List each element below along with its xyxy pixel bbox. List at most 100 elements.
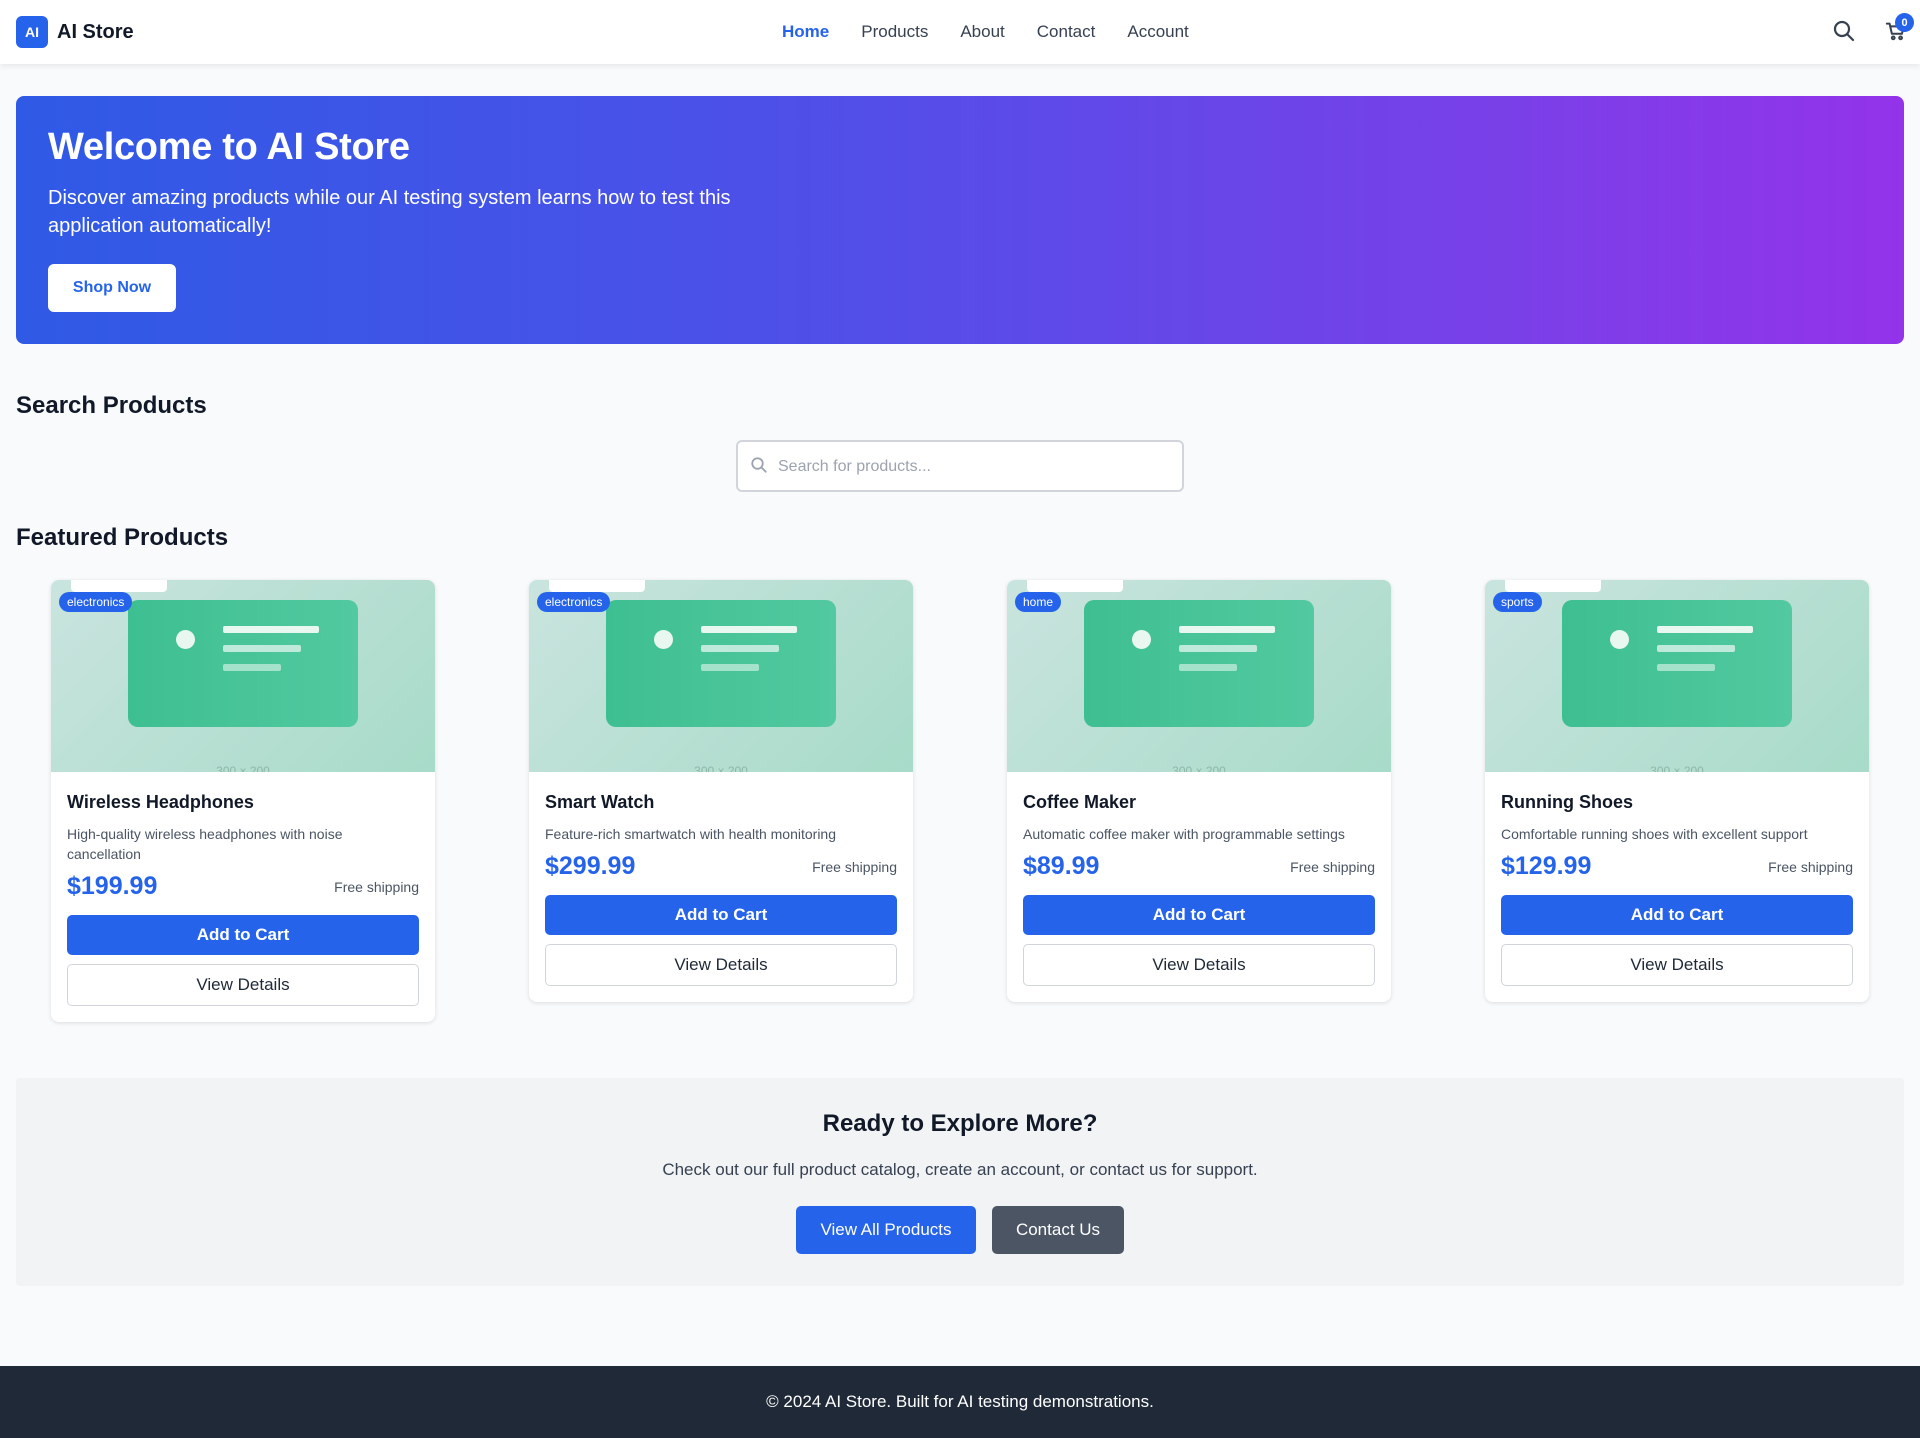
hero-title: Welcome to AI Store xyxy=(48,126,410,168)
placeholder-line xyxy=(1657,664,1715,671)
placeholder-line xyxy=(223,645,301,652)
add-to-cart-button[interactable]: Add to Cart xyxy=(1023,895,1375,935)
placeholder-dimensions: 300 × 200 xyxy=(694,764,748,772)
price-row: $129.99 Free shipping xyxy=(1501,852,1853,881)
cta-section: Ready to Explore More? Check out our ful… xyxy=(16,1078,1904,1286)
nav-account[interactable]: Account xyxy=(1127,20,1188,44)
product-body: Running Shoes Comfortable running shoes … xyxy=(1485,772,1869,1002)
product-card: 300 × 200 electronics Wireless Headphone… xyxy=(51,580,435,1022)
view-details-button[interactable]: View Details xyxy=(545,944,897,986)
view-details-button[interactable]: View Details xyxy=(1501,944,1853,986)
search-heading: Search Products xyxy=(16,392,207,419)
product-description: Automatic coffee maker with programmable… xyxy=(1023,826,1345,842)
product-description: Feature-rich smartwatch with health moni… xyxy=(545,826,837,842)
image-placeholder xyxy=(606,600,836,727)
product-image[interactable]: 300 × 200 sports xyxy=(1485,580,1869,772)
shipping-info: Free shipping xyxy=(1290,858,1375,875)
logo[interactable]: AI AI Store xyxy=(16,16,134,48)
view-all-products-button[interactable]: View All Products xyxy=(796,1206,976,1254)
price-row: $199.99 Free shipping xyxy=(67,872,419,901)
search-input[interactable] xyxy=(778,454,1168,480)
contact-us-button[interactable]: Contact Us xyxy=(992,1206,1124,1254)
placeholder-line xyxy=(1179,645,1257,652)
cta-buttons: View All Products Contact Us xyxy=(16,1206,1904,1254)
placeholder-line xyxy=(701,645,779,652)
search-icon xyxy=(751,457,767,473)
hero-banner: Welcome to AI Store Discover amazing pro… xyxy=(16,96,1904,344)
placeholder-line xyxy=(1179,664,1237,671)
featured-heading: Featured Products xyxy=(16,524,229,551)
placeholder-line xyxy=(1179,626,1275,633)
image-placeholder xyxy=(128,600,358,727)
nav-contact[interactable]: Contact xyxy=(1037,20,1096,44)
search-field[interactable] xyxy=(736,440,1184,492)
product-image[interactable]: 300 × 200 electronics xyxy=(51,580,435,772)
product-body: Wireless Headphones High-quality wireles… xyxy=(51,772,435,1022)
product-price: $89.99 xyxy=(1023,852,1100,880)
hero-subtitle: Discover amazing products while our AI t… xyxy=(48,187,731,237)
add-to-cart-button[interactable]: Add to Cart xyxy=(67,915,419,955)
nav-about[interactable]: About xyxy=(960,20,1004,44)
placeholder-dot xyxy=(654,630,673,649)
add-to-cart-button[interactable]: Add to Cart xyxy=(1501,895,1853,935)
placeholder-line xyxy=(701,626,797,633)
search-icon xyxy=(1833,20,1855,42)
shipping-info: Free shipping xyxy=(812,858,897,875)
product-price: $199.99 xyxy=(67,872,158,900)
product-name[interactable]: Wireless Headphones xyxy=(67,790,419,814)
site-header: AI AI Store Home Products About Contact … xyxy=(0,0,1920,64)
placeholder-line xyxy=(1657,626,1753,633)
placeholder-line xyxy=(1657,645,1735,652)
cta-title: Ready to Explore More? xyxy=(822,1110,1098,1137)
product-image[interactable]: 300 × 200 home xyxy=(1007,580,1391,772)
cart-count-badge: 0 xyxy=(1895,13,1914,32)
product-price: $129.99 xyxy=(1501,852,1592,880)
view-details-button[interactable]: View Details xyxy=(1023,944,1375,986)
cta-text: Check out our full product catalog, crea… xyxy=(662,1160,1258,1179)
shipping-info: Free shipping xyxy=(1768,858,1853,875)
footer-text: © 2024 AI Store. Built for AI testing de… xyxy=(766,1392,1154,1411)
product-card: 300 × 200 sports Running Shoes Comfortab… xyxy=(1485,580,1869,1002)
logo-badge: AI xyxy=(16,16,48,48)
product-name[interactable]: Coffee Maker xyxy=(1023,790,1375,814)
category-badge: electronics xyxy=(537,592,611,612)
category-badge: sports xyxy=(1493,592,1542,612)
placeholder-dimensions: 300 × 200 xyxy=(1172,764,1226,772)
image-notch xyxy=(1505,580,1601,592)
nav-home[interactable]: Home xyxy=(782,20,829,44)
category-badge: home xyxy=(1015,592,1062,612)
main-nav: Home Products About Contact Account xyxy=(782,20,1189,44)
placeholder-dot xyxy=(1610,630,1629,649)
product-description: High-quality wireless headphones with no… xyxy=(67,826,343,862)
placeholder-line xyxy=(701,664,759,671)
shipping-info: Free shipping xyxy=(334,878,419,895)
placeholder-dimensions: 300 × 200 xyxy=(1650,764,1704,772)
product-body: Coffee Maker Automatic coffee maker with… xyxy=(1007,772,1391,1002)
placeholder-dot xyxy=(1132,630,1151,649)
price-row: $299.99 Free shipping xyxy=(545,852,897,881)
product-name[interactable]: Smart Watch xyxy=(545,790,897,814)
product-body: Smart Watch Feature-rich smartwatch with… xyxy=(529,772,913,1002)
image-notch xyxy=(549,580,645,592)
placeholder-line xyxy=(223,664,281,671)
placeholder-dot xyxy=(176,630,195,649)
image-placeholder xyxy=(1562,600,1792,727)
image-placeholder xyxy=(1084,600,1314,727)
header-actions: 0 xyxy=(1828,13,1914,48)
cart-button[interactable]: 0 xyxy=(1880,13,1914,48)
placeholder-dimensions: 300 × 200 xyxy=(216,764,270,772)
view-details-button[interactable]: View Details xyxy=(67,964,419,1006)
placeholder-line xyxy=(223,626,319,633)
product-price: $299.99 xyxy=(545,852,636,880)
add-to-cart-button[interactable]: Add to Cart xyxy=(545,895,897,935)
product-description: Comfortable running shoes with excellent… xyxy=(1501,826,1808,842)
nav-products[interactable]: Products xyxy=(861,20,928,44)
shop-now-button[interactable]: Shop Now xyxy=(48,264,176,312)
price-row: $89.99 Free shipping xyxy=(1023,852,1375,881)
product-card: 300 × 200 home Coffee Maker Automatic co… xyxy=(1007,580,1391,1002)
product-image[interactable]: 300 × 200 electronics xyxy=(529,580,913,772)
site-footer: © 2024 AI Store. Built for AI testing de… xyxy=(0,1366,1920,1438)
search-button[interactable] xyxy=(1828,14,1860,48)
product-name[interactable]: Running Shoes xyxy=(1501,790,1853,814)
image-notch xyxy=(1027,580,1123,592)
